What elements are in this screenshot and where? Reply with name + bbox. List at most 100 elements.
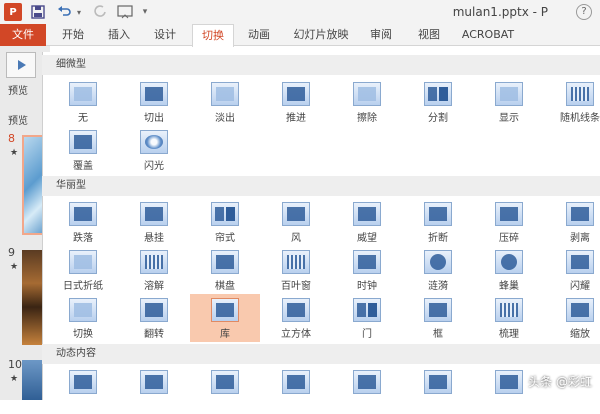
transition-curtains[interactable]: 帘式 xyxy=(190,198,260,246)
slide-number-9: 9 xyxy=(8,246,15,259)
transition-crush[interactable]: 压碎 xyxy=(474,198,544,246)
tab-view[interactable]: 视图 xyxy=(410,24,448,46)
window-title: mulan1.pptx - P xyxy=(453,5,548,19)
preview-button[interactable] xyxy=(6,52,36,78)
transition-ripple[interactable]: 涟漪 xyxy=(403,246,473,294)
transition-checkerboard[interactable]: 棋盘 xyxy=(190,246,260,294)
transition-switch[interactable]: 切换 xyxy=(48,294,118,342)
blinds-icon xyxy=(282,250,310,274)
tab-home[interactable]: 开始 xyxy=(54,24,92,46)
transition-doors[interactable]: 门 xyxy=(332,294,402,342)
transition-blinds[interactable]: 百叶窗 xyxy=(261,246,331,294)
transition-cube[interactable]: 立方体 xyxy=(261,294,331,342)
rotate-icon xyxy=(282,370,310,394)
transition-push[interactable]: 推进 xyxy=(261,78,331,126)
transition-dynamic-2[interactable] xyxy=(119,366,189,414)
glitter-icon xyxy=(566,250,594,274)
split-icon xyxy=(424,82,452,106)
tab-animations[interactable]: 动画 xyxy=(240,24,278,46)
slide-number-10: 10 xyxy=(8,358,22,371)
tab-acrobat[interactable]: ACROBAT xyxy=(456,24,520,46)
start-from-beginning-icon[interactable] xyxy=(116,3,134,21)
dissolve-icon xyxy=(140,250,168,274)
transition-dynamic-4[interactable] xyxy=(261,366,331,414)
fly-through-icon xyxy=(495,370,523,394)
transition-flash[interactable]: 闪光 xyxy=(119,126,189,174)
transition-dissolve[interactable]: 溶解 xyxy=(119,246,189,294)
preview-group-label: 预览 xyxy=(8,112,28,127)
transition-cut[interactable]: 切出 xyxy=(119,78,189,126)
fade-icon xyxy=(211,82,239,106)
slide-8-star-icon: ★ xyxy=(10,148,18,158)
help-icon[interactable]: ? xyxy=(576,4,592,20)
clock-icon xyxy=(353,250,381,274)
slide-9-star-icon: ★ xyxy=(10,262,18,272)
honeycomb-icon xyxy=(495,250,523,274)
conveyor-icon xyxy=(211,370,239,394)
gallery-icon xyxy=(211,298,239,322)
tab-review[interactable]: 审阅 xyxy=(362,24,400,46)
transition-none[interactable]: 无 xyxy=(48,78,118,126)
comb-icon xyxy=(495,298,523,322)
none-icon xyxy=(69,82,97,106)
transition-zoom[interactable]: 缩放 xyxy=(545,294,600,342)
tab-transitions[interactable]: 切换 xyxy=(192,24,234,47)
transition-dynamic-1[interactable] xyxy=(48,366,118,414)
crush-icon xyxy=(495,202,523,226)
transition-fracture[interactable]: 折断 xyxy=(403,198,473,246)
ripple-icon xyxy=(424,250,452,274)
transition-airplane[interactable]: 日式折纸 xyxy=(48,246,118,294)
redo-icon[interactable] xyxy=(92,3,108,21)
transition-reveal[interactable]: 显示 xyxy=(474,78,544,126)
transition-random-bars[interactable]: 随机线条 xyxy=(545,78,600,126)
transition-split[interactable]: 分割 xyxy=(403,78,473,126)
transition-fade[interactable]: 淡出 xyxy=(190,78,260,126)
tab-file[interactable]: 文件 xyxy=(0,24,46,46)
transition-cover[interactable]: 覆盖 xyxy=(48,126,118,174)
transition-clock[interactable]: 时钟 xyxy=(332,246,402,294)
transition-peel-off[interactable]: 剥离 xyxy=(545,198,600,246)
transition-prestige[interactable]: 威望 xyxy=(332,198,402,246)
transition-honeycomb[interactable]: 蜂巢 xyxy=(474,246,544,294)
section-dynamic-header: 动态内容 xyxy=(42,344,600,364)
undo-dropdown-icon[interactable]: ▾ xyxy=(74,3,84,21)
reveal-icon xyxy=(495,82,523,106)
box-icon xyxy=(424,298,452,322)
transition-glitter[interactable]: 闪耀 xyxy=(545,246,600,294)
title-bar: P ▾ ▾ mulan1.pptx - P ? xyxy=(0,0,600,24)
undo-icon[interactable] xyxy=(56,3,72,21)
flip-icon xyxy=(140,298,168,322)
transition-wipe[interactable]: 擦除 xyxy=(332,78,402,126)
preview-label: 预览 xyxy=(8,82,28,97)
fracture-icon xyxy=(424,202,452,226)
push-icon xyxy=(282,82,310,106)
random-bars-icon xyxy=(566,82,594,106)
section-exciting-header: 华丽型 xyxy=(42,176,600,196)
drape-icon xyxy=(140,202,168,226)
curtains-icon xyxy=(211,202,239,226)
tab-insert[interactable]: 插入 xyxy=(100,24,138,46)
powerpoint-logo-icon: P xyxy=(4,3,22,21)
transition-comb[interactable]: 梳理 xyxy=(474,294,544,342)
transition-gallery-selected[interactable]: 库 xyxy=(190,294,260,342)
tab-slide-show[interactable]: 幻灯片放映 xyxy=(288,24,354,46)
customize-toolbar-icon[interactable]: ▾ xyxy=(140,3,150,21)
transition-fall-over[interactable]: 跌落 xyxy=(48,198,118,246)
save-icon[interactable] xyxy=(30,3,46,21)
checkerboard-icon xyxy=(211,250,239,274)
doors-icon xyxy=(353,298,381,322)
ferris-wheel-icon xyxy=(140,370,168,394)
flash-icon xyxy=(140,130,168,154)
transition-box[interactable]: 框 xyxy=(403,294,473,342)
transition-drape[interactable]: 悬挂 xyxy=(119,198,189,246)
transition-flip[interactable]: 翻转 xyxy=(119,294,189,342)
transition-dynamic-5[interactable] xyxy=(332,366,402,414)
zoom-icon xyxy=(566,298,594,322)
tab-design[interactable]: 设计 xyxy=(146,24,184,46)
fall-over-icon xyxy=(69,202,97,226)
transition-dynamic-6[interactable] xyxy=(403,366,473,414)
transition-dynamic-3[interactable] xyxy=(190,366,260,414)
transition-wind[interactable]: 风 xyxy=(261,198,331,246)
orbit-icon xyxy=(424,370,452,394)
section-subtle-header: 细微型 xyxy=(42,55,600,75)
